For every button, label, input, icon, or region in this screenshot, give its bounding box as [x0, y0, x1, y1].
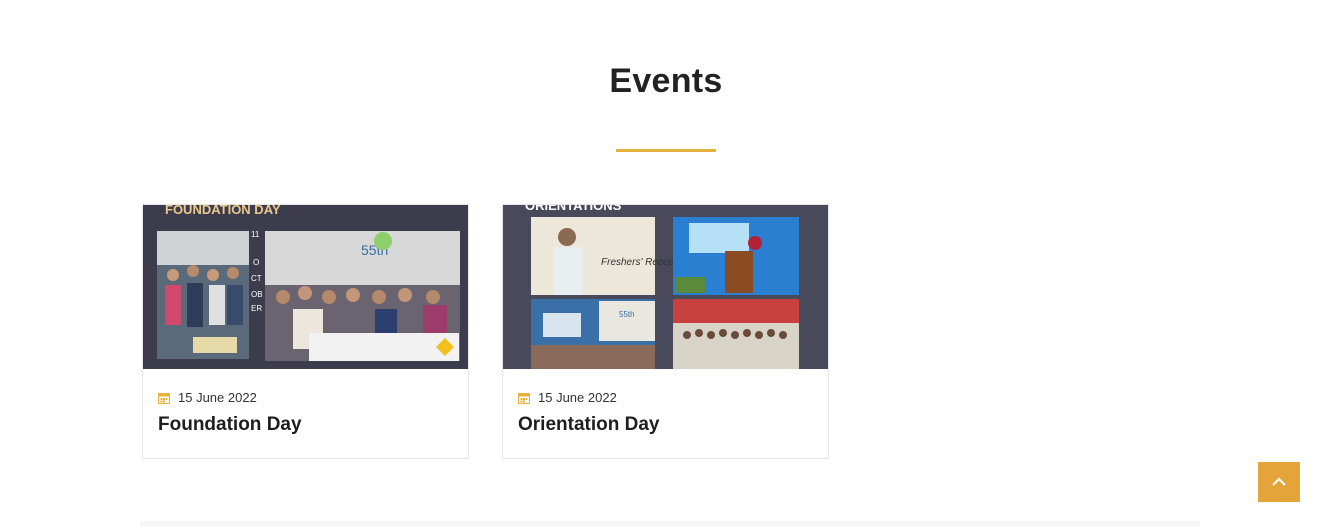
banner-text: FOUNDATION DAY — [165, 205, 281, 217]
banner-text: ORIENTATIONS — [525, 205, 622, 213]
event-meta: 15 June 2022 — [158, 390, 257, 405]
event-image[interactable]: FOUNDATION DAY 11 O CT OB ER 55th — [143, 205, 468, 369]
event-card-orientation-day[interactable]: ORIENTATIONS Freshers' Reception 55th 15… — [502, 204, 829, 459]
event-image[interactable]: ORIENTATIONS Freshers' Reception 55th — [503, 205, 828, 369]
event-card-foundation-day[interactable]: FOUNDATION DAY 11 O CT OB ER 55th 15 Jun… — [142, 204, 469, 459]
svg-text:CT: CT — [251, 274, 262, 283]
scroll-to-top-button[interactable] — [1258, 462, 1300, 502]
calendar-icon — [518, 392, 530, 404]
svg-text:11: 11 — [251, 230, 260, 239]
event-date: 15 June 2022 — [538, 390, 617, 405]
event-title[interactable]: Foundation Day — [158, 414, 302, 436]
svg-text:O: O — [253, 258, 259, 267]
calendar-icon — [158, 392, 170, 404]
svg-text:55th: 55th — [619, 310, 635, 319]
svg-text:OB: OB — [251, 290, 263, 299]
title-underline — [616, 149, 716, 152]
event-title[interactable]: Orientation Day — [518, 414, 659, 436]
footer-edge — [140, 521, 1200, 527]
event-meta: 15 June 2022 — [518, 390, 617, 405]
event-date: 15 June 2022 — [178, 390, 257, 405]
section-title: Events — [609, 62, 723, 100]
chevron-up-icon — [1272, 473, 1286, 491]
svg-text:ER: ER — [251, 304, 262, 313]
